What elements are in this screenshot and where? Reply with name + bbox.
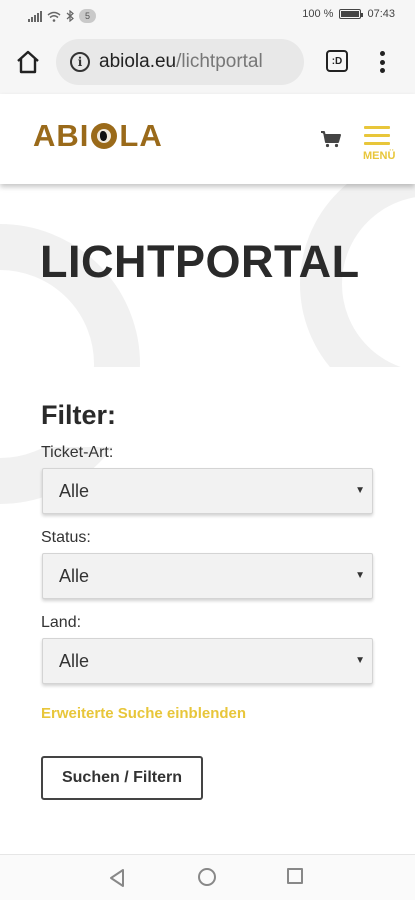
wifi-icon — [47, 11, 61, 22]
bluetooth-icon — [66, 10, 74, 22]
cart-icon[interactable] — [320, 130, 342, 148]
abiola-logo[interactable]: ABI LA — [33, 118, 163, 154]
dropdown-caret-icon: ▼ — [355, 655, 365, 666]
tabs-icon[interactable]: :D — [326, 50, 348, 72]
recents-icon[interactable] — [287, 868, 303, 884]
address-bar[interactable]: i abiola.eu/lichtportal — [56, 39, 304, 85]
country-label: Land: — [41, 614, 82, 631]
status-left: 5 — [28, 9, 97, 23]
site-header: ABI LA MENÜ — [0, 94, 415, 184]
menu-label[interactable]: MENÜ — [363, 150, 395, 162]
ticket-type-select[interactable]: Alle ▼ — [42, 468, 373, 514]
main-content: LICHTPORTAL Filter: Ticket-Art: Alle ▼ S… — [0, 184, 415, 854]
home-icon[interactable] — [14, 48, 42, 76]
status-value: Alle — [59, 565, 90, 586]
status-right: 100 % 07:43 — [302, 8, 395, 20]
page-title: LICHTPORTAL — [40, 236, 360, 287]
more-vert-icon[interactable] — [376, 48, 388, 76]
browser-toolbar: i abiola.eu/lichtportal :D — [0, 30, 415, 94]
signal-icon — [28, 10, 42, 22]
search-filter-button[interactable]: Suchen / Filtern — [41, 756, 203, 800]
back-icon[interactable] — [108, 868, 126, 888]
clock: 07:43 — [367, 8, 395, 20]
battery-percent: 100 % — [302, 8, 334, 20]
url-host: abiola.eu — [99, 51, 177, 72]
country-value: Alle — [59, 650, 90, 671]
system-nav-bar — [0, 854, 415, 900]
logo-text-left: ABI — [33, 118, 90, 153]
ticket-type-label: Ticket-Art: — [41, 444, 114, 461]
status-label: Status: — [41, 529, 91, 546]
battery-icon — [339, 9, 364, 19]
home-circle-icon[interactable] — [198, 868, 216, 886]
country-select[interactable]: Alle ▼ — [42, 638, 373, 684]
advanced-search-link[interactable]: Erweiterte Suche einblenden — [41, 705, 246, 722]
url-path: /lichtportal — [176, 51, 263, 72]
dropdown-caret-icon: ▼ — [355, 570, 365, 581]
status-select[interactable]: Alle ▼ — [42, 553, 373, 599]
globe-icon — [91, 123, 118, 149]
filter-heading: Filter: — [41, 400, 117, 430]
notification-badge: 5 — [79, 9, 97, 23]
info-icon[interactable]: i — [70, 52, 90, 72]
status-bar: 5 100 % 07:43 — [0, 0, 415, 30]
ticket-type-value: Alle — [59, 480, 90, 501]
logo-text-right: LA — [119, 118, 163, 153]
battery-fill — [341, 11, 360, 17]
dropdown-caret-icon: ▼ — [355, 485, 365, 496]
